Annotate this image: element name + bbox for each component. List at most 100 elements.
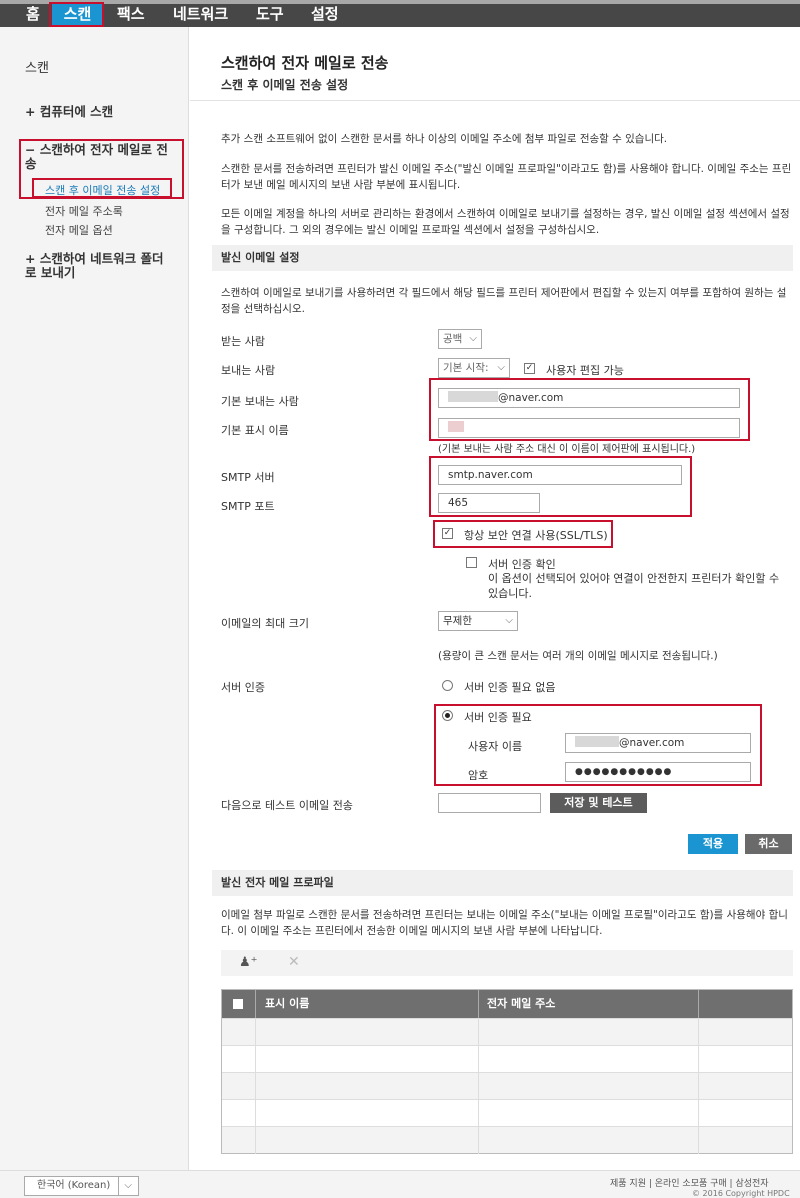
- tab-tools[interactable]: 도구: [256, 4, 284, 27]
- sidebar: 스캔 + 컴퓨터에 스캔 − 스캔하여 전자 메일로 전송 스캔 후 이메일 전…: [0, 27, 189, 1170]
- tab-home[interactable]: 홈: [26, 4, 40, 27]
- page-title: 스캔하여 전자 메일로 전송: [221, 54, 389, 72]
- table-cell: [479, 1046, 699, 1073]
- table-cell: [256, 1127, 479, 1154]
- max-size-hint: (용량이 큰 스캔 문서는 여러 개의 이메일 메시지로 전송됩니다.): [438, 650, 718, 662]
- sidebar-item-scan-to-network-folder[interactable]: + 스캔하여 네트워크 폴더로 보내기: [25, 252, 175, 280]
- table-cell: [256, 1073, 479, 1100]
- table-cell: [479, 1127, 699, 1154]
- verify-cert-checkbox[interactable]: [466, 557, 477, 568]
- outgoing-description: 스캔하여 이메일로 보내기를 사용하려면 각 필드에서 해당 필드를 프린터 제…: [221, 287, 787, 315]
- sidebar-item-email-options[interactable]: 전자 메일 옵션: [45, 222, 113, 238]
- table-cell: [479, 1073, 699, 1100]
- table-cell: [222, 1019, 256, 1046]
- profiles-description: 이메일 첨부 파일로 스캔한 문서를 전송하려면 프린터는 보내는 이메일 주소…: [221, 909, 788, 937]
- table-row: [222, 1099, 794, 1127]
- cancel-button[interactable]: 취소: [745, 834, 792, 854]
- table-cell: [222, 1100, 256, 1127]
- test-email-label: 다음으로 테스트 이메일 전송: [221, 799, 353, 812]
- username-input[interactable]: @naver.com: [565, 733, 751, 753]
- chevron-down-icon: ⌵: [118, 1177, 132, 1195]
- default-from-input[interactable]: @naver.com: [438, 388, 740, 408]
- display-name-input[interactable]: [438, 418, 740, 438]
- profiles-toolbar: ♟⁺ ✕: [221, 950, 793, 976]
- tab-network[interactable]: 네트워크: [173, 4, 228, 27]
- auth-none-radio[interactable]: [442, 680, 453, 691]
- top-nav: 홈 스캔 팩스 네트워크 도구 설정: [0, 0, 800, 27]
- profiles-table: 표시 이름 전자 메일 주소: [221, 989, 793, 1154]
- test-email-input[interactable]: [438, 793, 541, 813]
- auth-required-label: 서버 인증 필요: [464, 711, 532, 724]
- tab-settings[interactable]: 설정: [311, 4, 339, 27]
- auth-label: 서버 인증: [221, 681, 265, 694]
- redacted-text: [448, 391, 498, 402]
- table-cell: [256, 1046, 479, 1073]
- footer-links[interactable]: 제품 지원 | 온라인 소모품 구매 | 삼성전자: [610, 1176, 769, 1189]
- from-select-value: 기본 시작:: [443, 362, 489, 374]
- table-cell: [222, 1127, 256, 1154]
- redacted-text: [575, 736, 619, 747]
- user-editable-label: 사용자 편집 가능: [546, 364, 624, 377]
- table-cell: [699, 1073, 794, 1100]
- select-all-cell: [222, 990, 256, 1018]
- display-name-hint: (기본 보내는 사람 주소 대신 이 이름이 제어판에 표시됩니다.): [438, 444, 696, 455]
- to-label: 받는 사람: [221, 335, 265, 348]
- page-subtitle: 스캔 후 이메일 전송 설정: [221, 78, 349, 92]
- max-size-value: 무제한: [443, 615, 472, 627]
- redacted-text: [448, 421, 464, 432]
- smtp-port-input[interactable]: 465: [438, 493, 540, 513]
- delete-icon[interactable]: ✕: [288, 954, 300, 970]
- add-user-icon[interactable]: ♟⁺: [239, 955, 258, 970]
- sidebar-item-scan-to-email[interactable]: − 스캔하여 전자 메일로 전송: [25, 143, 175, 171]
- table-cell: [699, 1127, 794, 1154]
- table-row: [222, 1126, 794, 1154]
- max-size-select[interactable]: 무제한 ⌵: [438, 611, 518, 631]
- to-select[interactable]: 공백 ⌵: [438, 329, 482, 349]
- password-input[interactable]: ●●●●●●●●●●●: [565, 762, 751, 782]
- table-row: [222, 1072, 794, 1100]
- from-select[interactable]: 기본 시작: ⌵: [438, 358, 510, 378]
- footer-copyright: © 2016 Copyright HPDC: [692, 1189, 790, 1198]
- table-cell: [222, 1073, 256, 1100]
- from-label: 보내는 사람: [221, 364, 276, 377]
- tab-scan[interactable]: 스캔: [52, 4, 103, 27]
- username-label: 사용자 이름: [468, 740, 523, 753]
- table-cell: [256, 1100, 479, 1127]
- display-name-label: 기본 표시 이름: [221, 424, 289, 437]
- verify-cert-hint: 이 옵션이 선택되어 있어야 연결이 안전한지 프린터가 확인할 수 있습니다.: [488, 572, 780, 600]
- intro-paragraph-3: 모든 이메일 계정을 하나의 서버로 관리하는 환경에서 스캔하여 이메일로 보…: [221, 208, 790, 236]
- ssl-label: 항상 보안 연결 사용(SSL/TLS): [464, 529, 608, 542]
- user-editable-checkbox[interactable]: ✓: [524, 363, 535, 374]
- table-cell: [699, 1100, 794, 1127]
- footer: 한국어 (Korean) ⌵ 제품 지원 | 온라인 소모품 구매 | 삼성전자…: [0, 1170, 800, 1198]
- to-select-value: 공백: [443, 333, 463, 345]
- tab-fax[interactable]: 팩스: [117, 4, 145, 27]
- sidebar-title: 스캔: [25, 61, 49, 76]
- password-label: 암호: [468, 769, 489, 782]
- max-size-label: 이메일의 최대 크기: [221, 617, 309, 630]
- chevron-down-icon: ⌵: [497, 362, 505, 373]
- select-all-checkbox[interactable]: [233, 999, 243, 1009]
- chevron-down-icon: ⌵: [469, 333, 477, 344]
- table-cell: [699, 1019, 794, 1046]
- ssl-checkbox[interactable]: ✓: [442, 528, 453, 539]
- username-value: @naver.com: [619, 737, 685, 749]
- language-value: 한국어 (Korean): [37, 1180, 111, 1191]
- sidebar-item-email-address-book[interactable]: 전자 메일 주소록: [45, 203, 123, 219]
- main-content: 스캔하여 전자 메일로 전송 스캔 후 이메일 전송 설정 추가 스캔 소프트웨…: [190, 27, 800, 1170]
- sidebar-item-scan-to-computer[interactable]: + 컴퓨터에 스캔: [25, 105, 180, 119]
- smtp-port-label: SMTP 포트: [221, 500, 275, 513]
- language-select[interactable]: 한국어 (Korean) ⌵: [24, 1176, 139, 1196]
- intro-paragraph-1: 추가 스캔 소프트웨어 없이 스캔한 문서를 하나 이상의 이메일 주소에 첨부…: [221, 133, 668, 145]
- column-email-address[interactable]: 전자 메일 주소: [479, 990, 699, 1018]
- smtp-server-input[interactable]: smtp.naver.com: [438, 465, 682, 485]
- auth-none-label: 서버 인증 필요 없음: [464, 681, 556, 694]
- save-and-test-button[interactable]: 저장 및 테스트: [550, 793, 647, 813]
- column-display-name[interactable]: 표시 이름: [256, 990, 479, 1018]
- apply-button[interactable]: 적용: [688, 834, 738, 854]
- table-cell: [222, 1046, 256, 1073]
- auth-required-radio[interactable]: [442, 710, 453, 721]
- sidebar-item-scan-email-setup[interactable]: 스캔 후 이메일 전송 설정: [45, 182, 160, 198]
- intro-paragraph-2: 스캔한 문서를 전송하려면 프린터가 발신 이메일 주소("발신 이메일 프로파…: [221, 163, 792, 191]
- table-cell: [479, 1019, 699, 1046]
